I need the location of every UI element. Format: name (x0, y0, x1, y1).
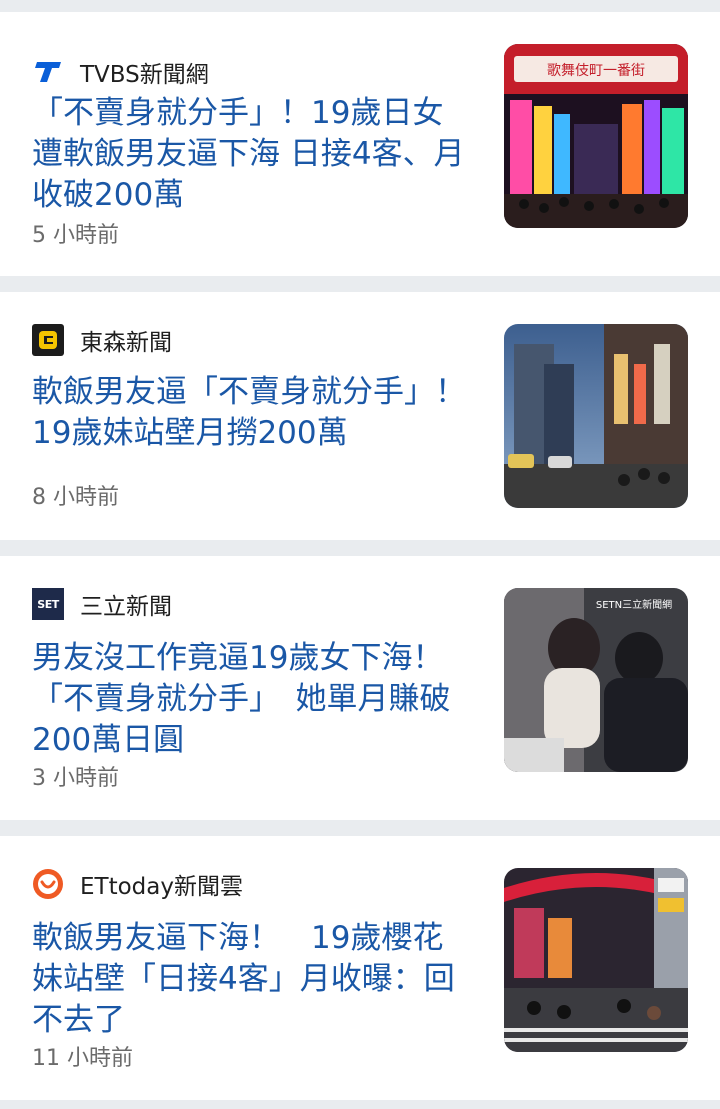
source-name: 東森新聞 (80, 330, 172, 356)
article-source: 東森新聞 (32, 324, 172, 356)
article-source: ETtoday新聞雲 (32, 868, 243, 900)
news-feed: TVBS新聞網 「不賣身就分手」！19歲日女遭軟飯男友逼下海 日接4客、月收破2… (0, 0, 720, 1109)
article-time: 3 小時前 (32, 766, 119, 791)
sign-text: 歌舞伎町一番街 (547, 63, 645, 79)
article-headline[interactable]: 軟飯男友逼下海！ 19歲櫻花妹站壁「日接4客」月收曝：回不去了 (32, 918, 472, 1041)
set-logo-icon: SET (32, 588, 64, 620)
ettoday-logo-icon (32, 868, 64, 900)
source-name: 三立新聞 (80, 594, 172, 620)
source-name: TVBS新聞網 (80, 62, 209, 88)
article-headline[interactable]: 男友沒工作竟逼19歲女下海！「不賣身就分手」 她單月賺破200萬日圓 (32, 638, 472, 761)
news-card[interactable]: SET 三立新聞 男友沒工作竟逼19歲女下海！「不賣身就分手」 她單月賺破200… (0, 556, 720, 820)
article-thumbnail[interactable]: 歌舞伎町一番街 (504, 44, 688, 228)
news-card[interactable]: TVBS新聞網 「不賣身就分手」！19歲日女遭軟飯男友逼下海 日接4客、月收破2… (0, 12, 720, 276)
ebc-logo-icon (32, 324, 64, 356)
article-source: SET 三立新聞 (32, 588, 172, 620)
article-source: TVBS新聞網 (32, 56, 209, 88)
article-headline[interactable]: 「不賣身就分手」！19歲日女遭軟飯男友逼下海 日接4客、月收破200萬 (32, 93, 472, 216)
news-card[interactable]: 東森新聞 軟飯男友逼「不賣身就分手」！19歲妹站壁月撈200萬 8 小時前 (0, 292, 720, 540)
tvbs-logo-icon (32, 56, 64, 88)
article-headline[interactable]: 軟飯男友逼「不賣身就分手」！19歲妹站壁月撈200萬 (32, 372, 472, 454)
article-time: 5 小時前 (32, 223, 119, 248)
watermark-text: SETN三立新聞網 (596, 598, 672, 611)
news-card[interactable]: ETtoday新聞雲 軟飯男友逼下海！ 19歲櫻花妹站壁「日接4客」月收曝：回不… (0, 836, 720, 1100)
article-thumbnail[interactable] (504, 868, 688, 1052)
set-logo-text: SET (37, 597, 59, 611)
article-thumbnail[interactable]: SETN三立新聞網 (504, 588, 688, 772)
article-thumbnail[interactable] (504, 324, 688, 508)
source-name: ETtoday新聞雲 (80, 874, 243, 900)
article-time: 8 小時前 (32, 485, 119, 510)
article-time: 11 小時前 (32, 1046, 133, 1071)
